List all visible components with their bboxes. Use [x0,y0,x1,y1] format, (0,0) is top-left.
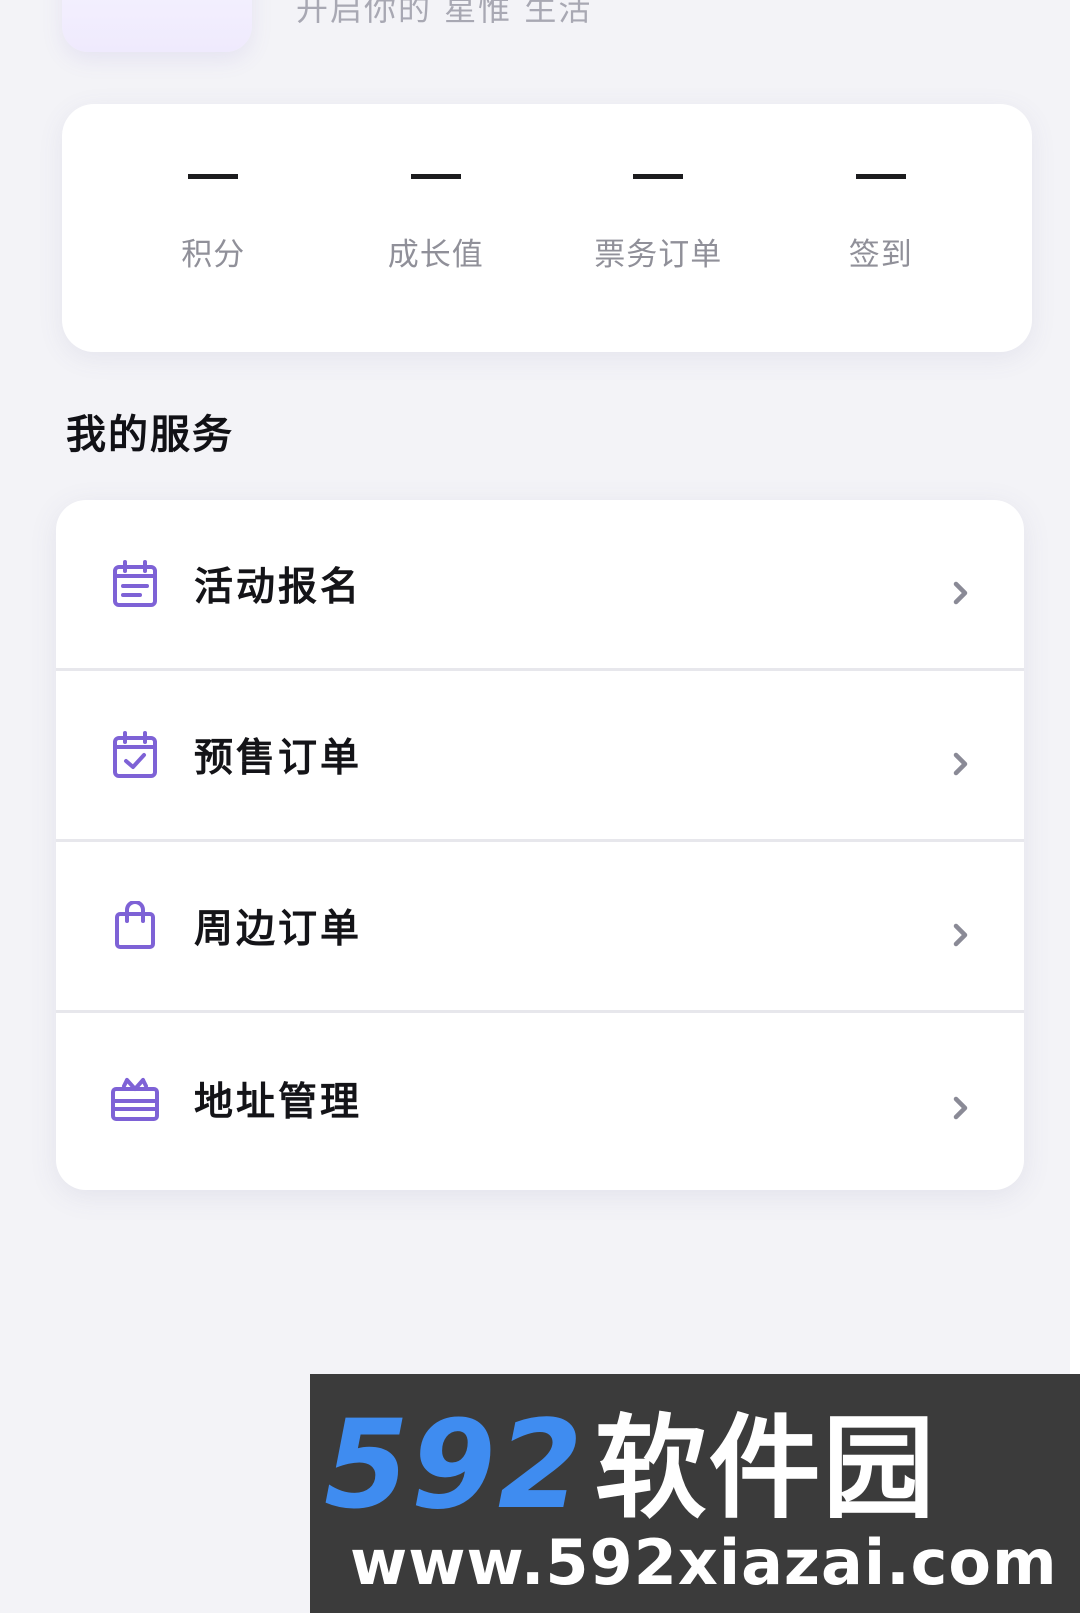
chevron-right-icon [950,750,972,776]
stat-growth[interactable]: — 成长值 [325,104,548,352]
chevron-right-icon [950,921,972,947]
chevron-right-icon [950,579,972,605]
section-title: 我的服务 [66,411,234,458]
watermark-banner: 592 软件园 www.592xiazai.com [310,1374,1080,1613]
stat-label: 签到 [848,237,913,273]
gift-box-icon [110,1074,160,1124]
document-icon [110,559,160,609]
stats-card: — 积分 — 成长值 — 票务订单 — 签到 [62,104,1032,352]
stat-label: 积分 [181,237,246,273]
watermark-name: 软件园 [594,1404,937,1534]
profile-page: 开启你的 星惟 生活 — 积分 — 成长值 — 票务订单 — 签到 我的服务 [0,0,1080,1613]
stat-ticket-orders[interactable]: — 票务订单 [547,104,770,352]
chevron-right-icon [950,1094,972,1119]
watermark-number: 592 [324,1394,585,1536]
header-tagline: 开启你的 星惟 生活 [296,0,593,28]
stat-label: 成长值 [387,237,484,273]
stat-value-dash: — [410,174,461,179]
service-item-label: 地址管理 [194,1078,363,1125]
service-item-merch-orders[interactable]: 周边订单 [56,842,1024,1013]
service-item-presale-orders[interactable]: 预售订单 [56,671,1024,842]
watermark-url: www.592xiazai.com [350,1526,1058,1599]
watermark-logo: 592 软件园 [324,1404,937,1526]
service-item-label: 预售订单 [194,735,363,781]
stat-points[interactable]: — 积分 [102,104,325,352]
service-item-activity-signup[interactable]: 活动报名 [56,500,1024,671]
stat-value-dash: — [633,174,684,179]
avatar-card[interactable] [62,0,252,52]
edge-strip [1070,0,1080,1613]
calendar-check-icon [110,730,160,780]
service-item-address-management[interactable]: 地址管理 [56,1013,1024,1184]
shopping-bag-icon [110,901,160,951]
stat-label: 票务订单 [594,237,723,273]
services-list: 活动报名 预售订单 周边订单 地址管理 [56,500,1024,1190]
service-item-label: 周边订单 [194,906,363,952]
stat-value-dash: — [188,174,239,179]
service-item-label: 活动报名 [194,564,363,610]
stat-value-dash: — [855,174,906,179]
stat-checkin[interactable]: — 签到 [770,104,993,352]
